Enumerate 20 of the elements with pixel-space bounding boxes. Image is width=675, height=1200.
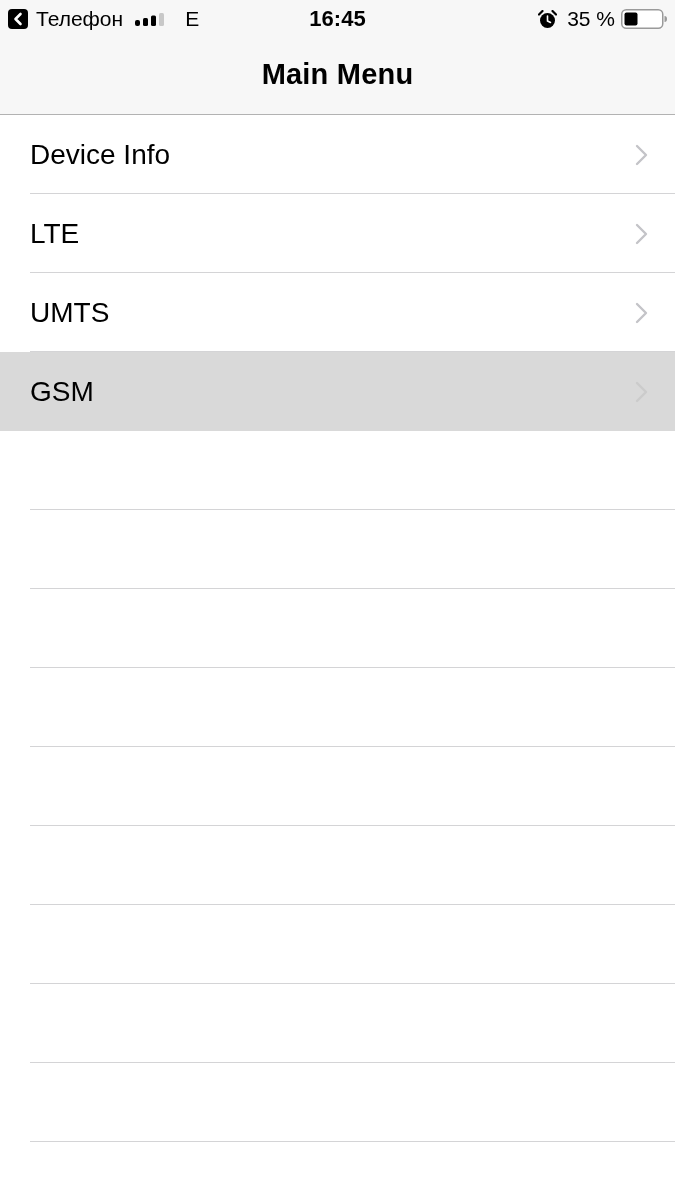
menu-item-label: LTE bbox=[30, 216, 81, 251]
battery-icon bbox=[621, 9, 667, 29]
alarm-clock-icon bbox=[538, 9, 558, 29]
screen-title: Main Menu bbox=[261, 57, 414, 91]
chevron-right-icon bbox=[635, 301, 648, 324]
menu-item-label: Device Info bbox=[30, 137, 172, 172]
battery-percentage: 35 % bbox=[567, 7, 615, 31]
menu-item[interactable]: LTE bbox=[0, 194, 675, 273]
back-link[interactable]: Телефон bbox=[36, 7, 124, 31]
chevron-right-icon bbox=[635, 222, 648, 245]
menu-item-label: UMTS bbox=[30, 295, 111, 330]
clock-time: 16:45 bbox=[309, 7, 366, 31]
menu-item[interactable]: GSM bbox=[0, 352, 675, 431]
menu-item[interactable]: UMTS bbox=[0, 273, 675, 352]
network-type-label: E bbox=[185, 7, 200, 31]
menu-item-label: GSM bbox=[30, 374, 95, 409]
chevron-right-icon bbox=[635, 143, 648, 166]
signal-icon bbox=[135, 12, 166, 26]
menu-item[interactable]: Device Info bbox=[0, 115, 675, 194]
back-icon[interactable] bbox=[8, 9, 28, 29]
